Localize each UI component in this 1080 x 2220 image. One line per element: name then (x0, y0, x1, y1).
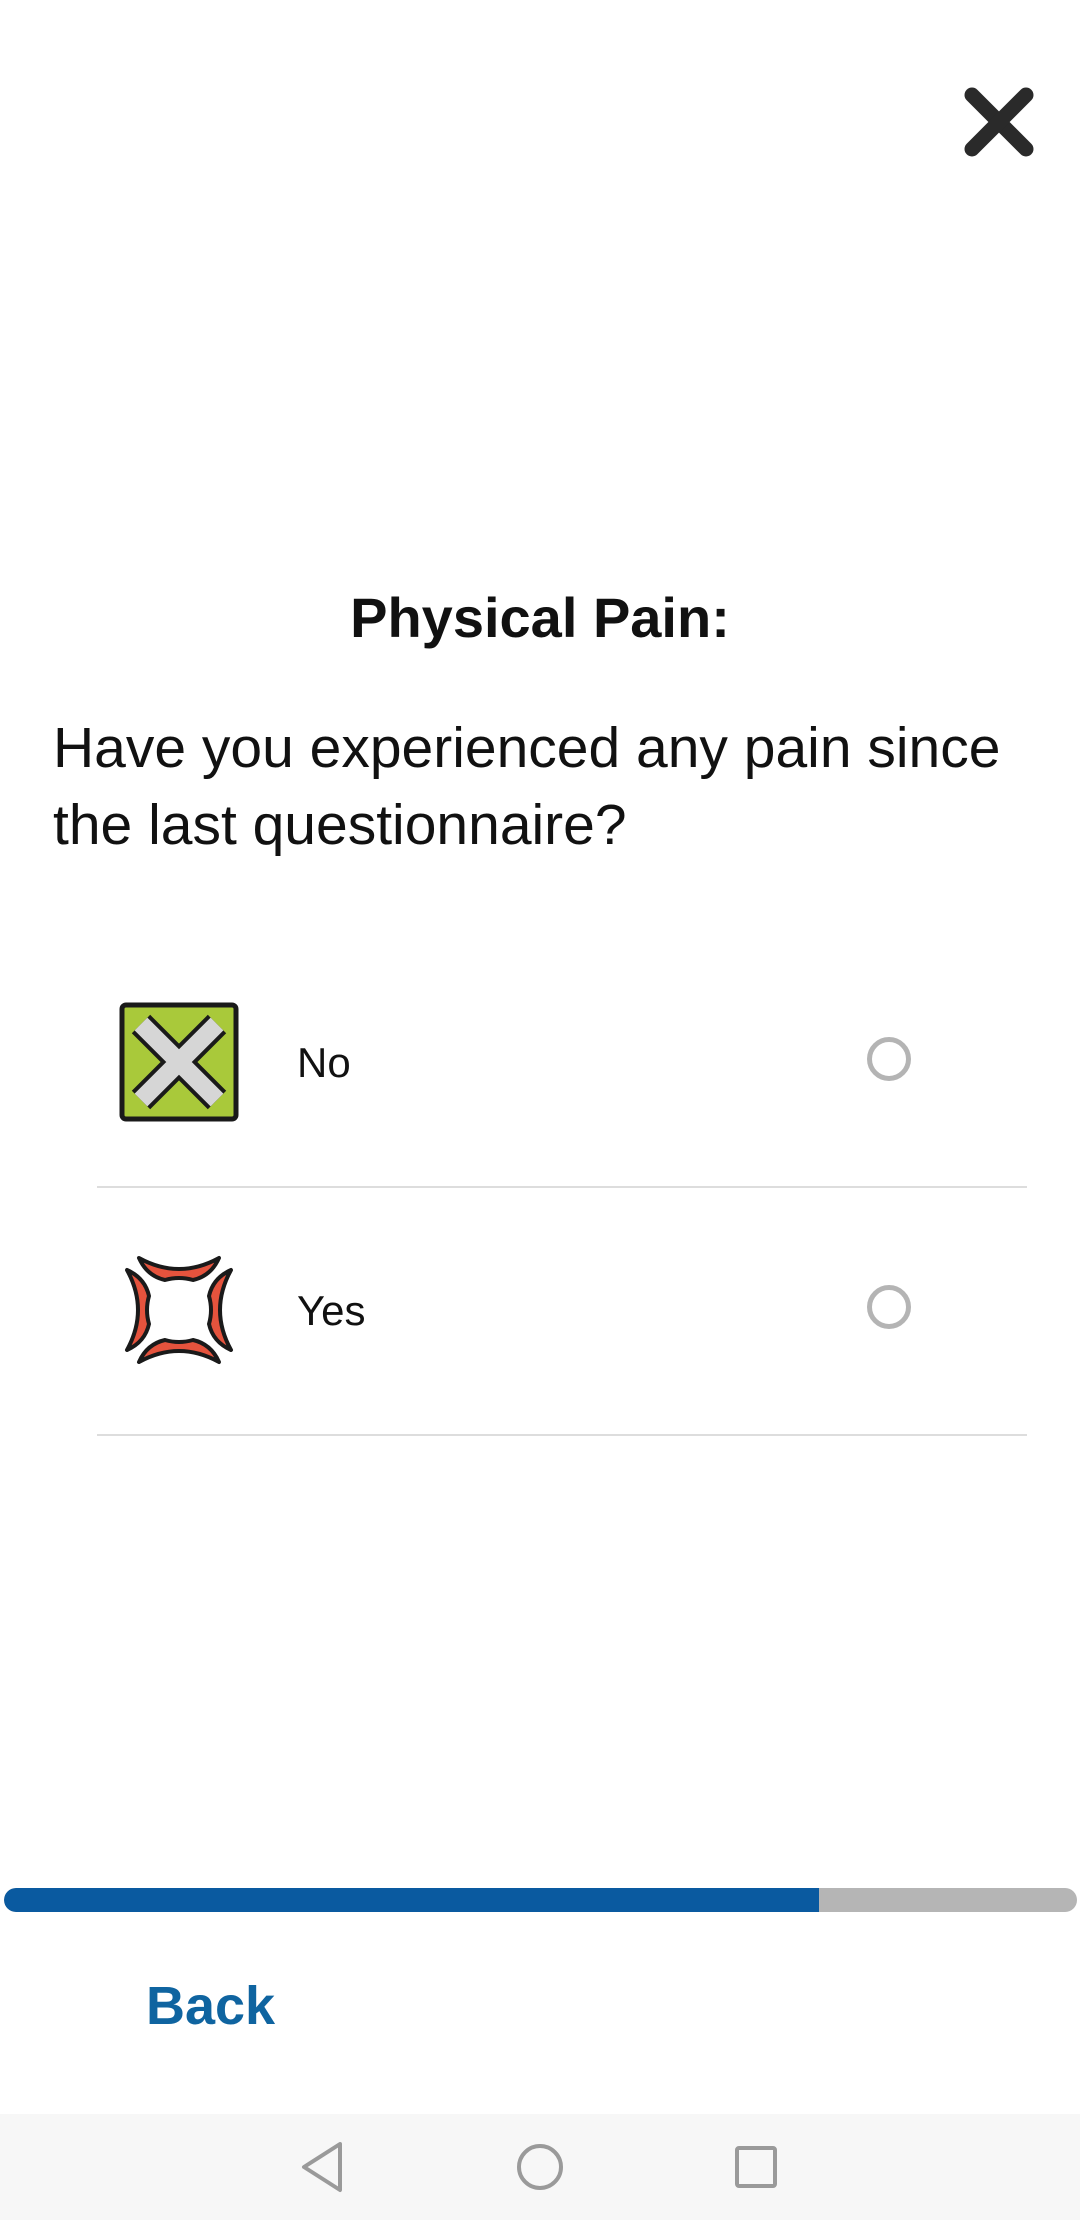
nav-home-button[interactable] (507, 2134, 573, 2200)
nav-recents-button[interactable] (723, 2134, 789, 2200)
progress-bar (4, 1888, 1077, 1912)
option-no[interactable]: No (97, 940, 1027, 1188)
option-no-label: No (297, 1039, 351, 1086)
nav-back-button[interactable] (290, 2134, 356, 2200)
question-text: Have you experienced any pain since the … (53, 716, 1001, 857)
option-yes-label: Yes (297, 1287, 366, 1334)
home-circle-icon (517, 2144, 563, 2190)
recents-square-icon (735, 2146, 777, 2188)
option-yes[interactable]: Yes (97, 1188, 1027, 1436)
section-title: Physical Pain: (350, 586, 730, 649)
answer-options-list: No Yes (97, 940, 1027, 1436)
progress-bar-fill (4, 1888, 820, 1912)
questionnaire-screen: Physical Pain: Have you experienced any … (0, 0, 1080, 2220)
back-button[interactable]: Back (146, 1975, 275, 2037)
pain-anger-icon (119, 1250, 239, 1370)
close-icon (964, 87, 1034, 157)
no-cross-icon (119, 1002, 239, 1122)
radio-yes[interactable] (867, 1285, 911, 1329)
system-navigation-bar (0, 2114, 1080, 2220)
close-button[interactable] (962, 85, 1036, 159)
radio-no[interactable] (867, 1037, 911, 1081)
back-triangle-icon (302, 2142, 342, 2192)
